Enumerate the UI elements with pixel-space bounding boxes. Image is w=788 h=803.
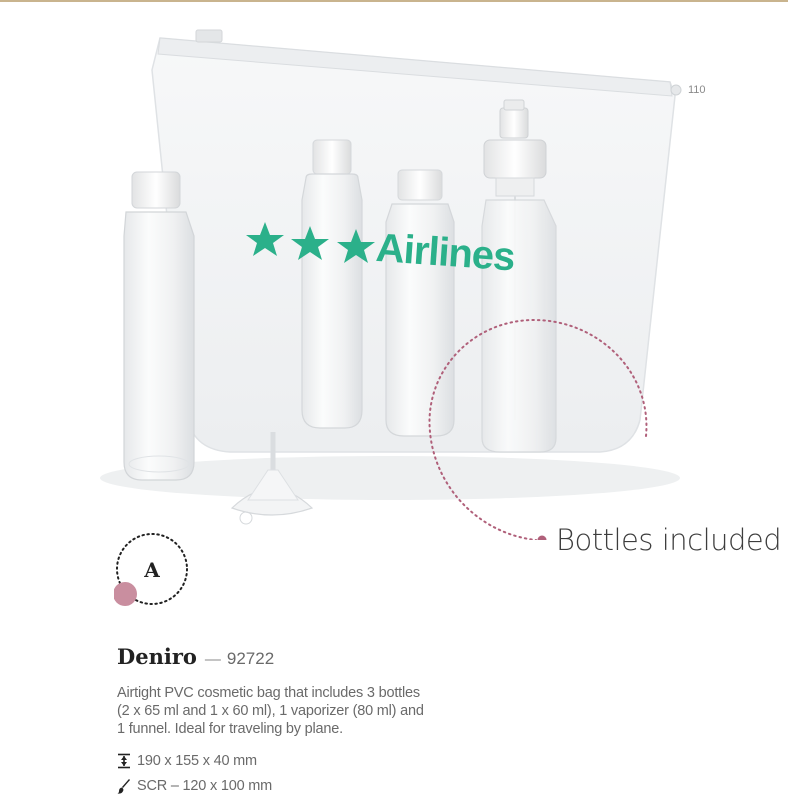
product-photo: Airlines (100, 29, 682, 540)
variant-badge-label: A (114, 531, 190, 607)
spec-dimensions: 190 x 155 x 40 mm (117, 753, 257, 769)
bottle-1 (301, 139, 363, 429)
product-description: Airtight PVC cosmetic bag that includes … (117, 684, 537, 738)
brush-icon (117, 779, 130, 794)
height-arrows-icon (118, 753, 130, 769)
product-title: Deniro — 92722 (117, 644, 274, 669)
description-line: Airtight PVC cosmetic bag that includes … (117, 685, 420, 701)
product-code: 92722 (226, 649, 275, 668)
bottle-outside (123, 171, 195, 481)
callout-dot (537, 535, 547, 540)
description-line: (2 x 65 ml and 1 x 60 ml), 1 vaporizer (… (117, 703, 424, 719)
zip-pull (195, 29, 223, 43)
print-area-value: SCR – 120 x 100 mm (137, 778, 273, 794)
spec-print-area: SCR – 120 x 100 mm (117, 778, 272, 794)
callout-label: Bottles included (556, 523, 782, 557)
dimensions-value: 190 x 155 x 40 mm (137, 753, 257, 769)
description-line: 1 funnel. Ideal for traveling by plane. (117, 721, 343, 737)
product-name: Deniro (117, 644, 197, 669)
variant-letter: A (144, 558, 160, 582)
catalog-page: 110 Airlines Bottles included A Deniro —… (0, 0, 788, 803)
bottle-2 (385, 169, 455, 437)
zip-end (670, 84, 682, 96)
title-dash: — (204, 651, 221, 668)
